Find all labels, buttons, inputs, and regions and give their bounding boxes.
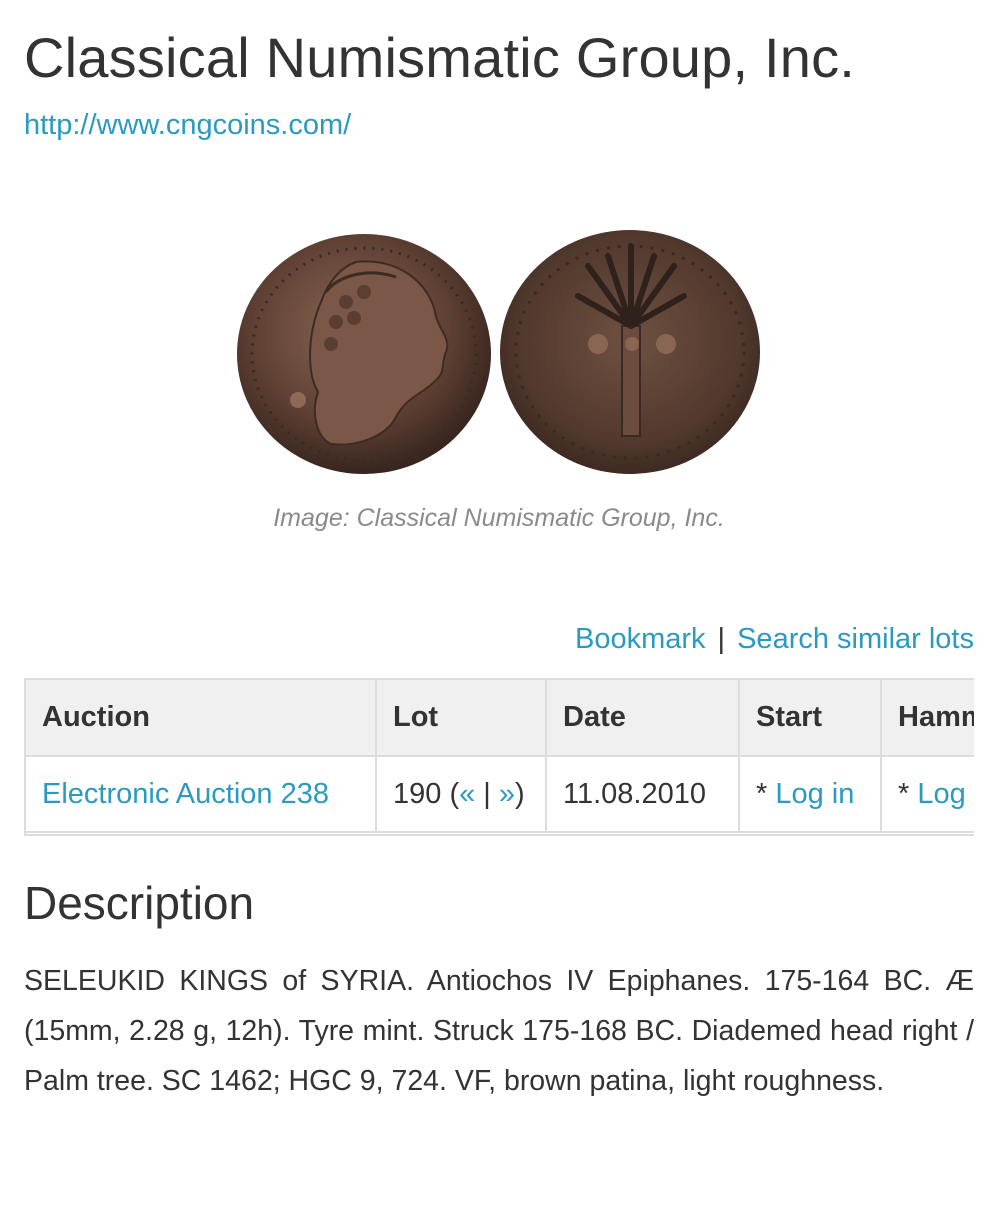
coin-reverse-image bbox=[500, 230, 760, 474]
column-header-auction: Auction bbox=[26, 680, 377, 757]
image-caption: Image: Classical Numismatic Group, Inc. bbox=[273, 504, 725, 532]
start-prefix: * bbox=[756, 777, 776, 810]
hammer-login-link[interactable]: Log in bbox=[917, 778, 974, 810]
website-link[interactable]: http://www.cngcoins.com/ bbox=[24, 108, 974, 142]
hammer-cell: * Log in bbox=[880, 755, 974, 833]
lot-cell: 190 (« | ») bbox=[375, 755, 547, 833]
table-header-row: Auction Lot Date Start Hammer bbox=[26, 680, 974, 757]
column-header-date: Date bbox=[545, 680, 740, 757]
auction-cell: Electronic Auction 238 bbox=[26, 755, 377, 833]
page-title: Classical Numismatic Group, Inc. bbox=[24, 26, 856, 89]
lot-nav-separator: | bbox=[475, 777, 499, 810]
description-heading: Description bbox=[24, 877, 255, 929]
start-cell: * Log in bbox=[738, 755, 882, 833]
auction-link[interactable]: Electronic Auction 238 bbox=[42, 778, 329, 810]
previous-lot-link[interactable]: « bbox=[459, 778, 475, 810]
coin-obverse-image bbox=[237, 234, 491, 474]
bookmark-link[interactable]: Bookmark bbox=[575, 623, 706, 655]
lot-number: 190 ( bbox=[393, 777, 460, 810]
lot-actions: Bookmark | Search similar lots bbox=[575, 620, 974, 658]
lot-close-paren: ) bbox=[515, 777, 525, 810]
lot-image-figure: Image: Classical Numismatic Group, Inc. bbox=[24, 222, 974, 542]
column-header-hammer: Hammer bbox=[880, 680, 974, 757]
auction-table-container[interactable]: Auction Lot Date Start Hammer Electronic… bbox=[24, 678, 974, 836]
hammer-prefix: * bbox=[898, 777, 918, 810]
description-text: SELEUKID KINGS of SYRIA. Antiochos IV Ep… bbox=[24, 965, 974, 1097]
auction-table: Auction Lot Date Start Hammer Electronic… bbox=[26, 680, 974, 833]
coin-images[interactable] bbox=[236, 222, 762, 482]
actions-separator: | bbox=[717, 623, 726, 655]
next-lot-link[interactable]: » bbox=[499, 778, 515, 810]
column-header-lot: Lot bbox=[375, 680, 547, 757]
page-content: Classical Numismatic Group, Inc. http://… bbox=[24, 0, 974, 1097]
start-login-link[interactable]: Log in bbox=[775, 778, 854, 810]
column-header-start: Start bbox=[738, 680, 882, 757]
table-row: Electronic Auction 238 190 (« | ») 11.08… bbox=[26, 755, 974, 833]
search-similar-lots-link[interactable]: Search similar lots bbox=[737, 623, 974, 655]
date-cell: 11.08.2010 bbox=[545, 755, 740, 833]
